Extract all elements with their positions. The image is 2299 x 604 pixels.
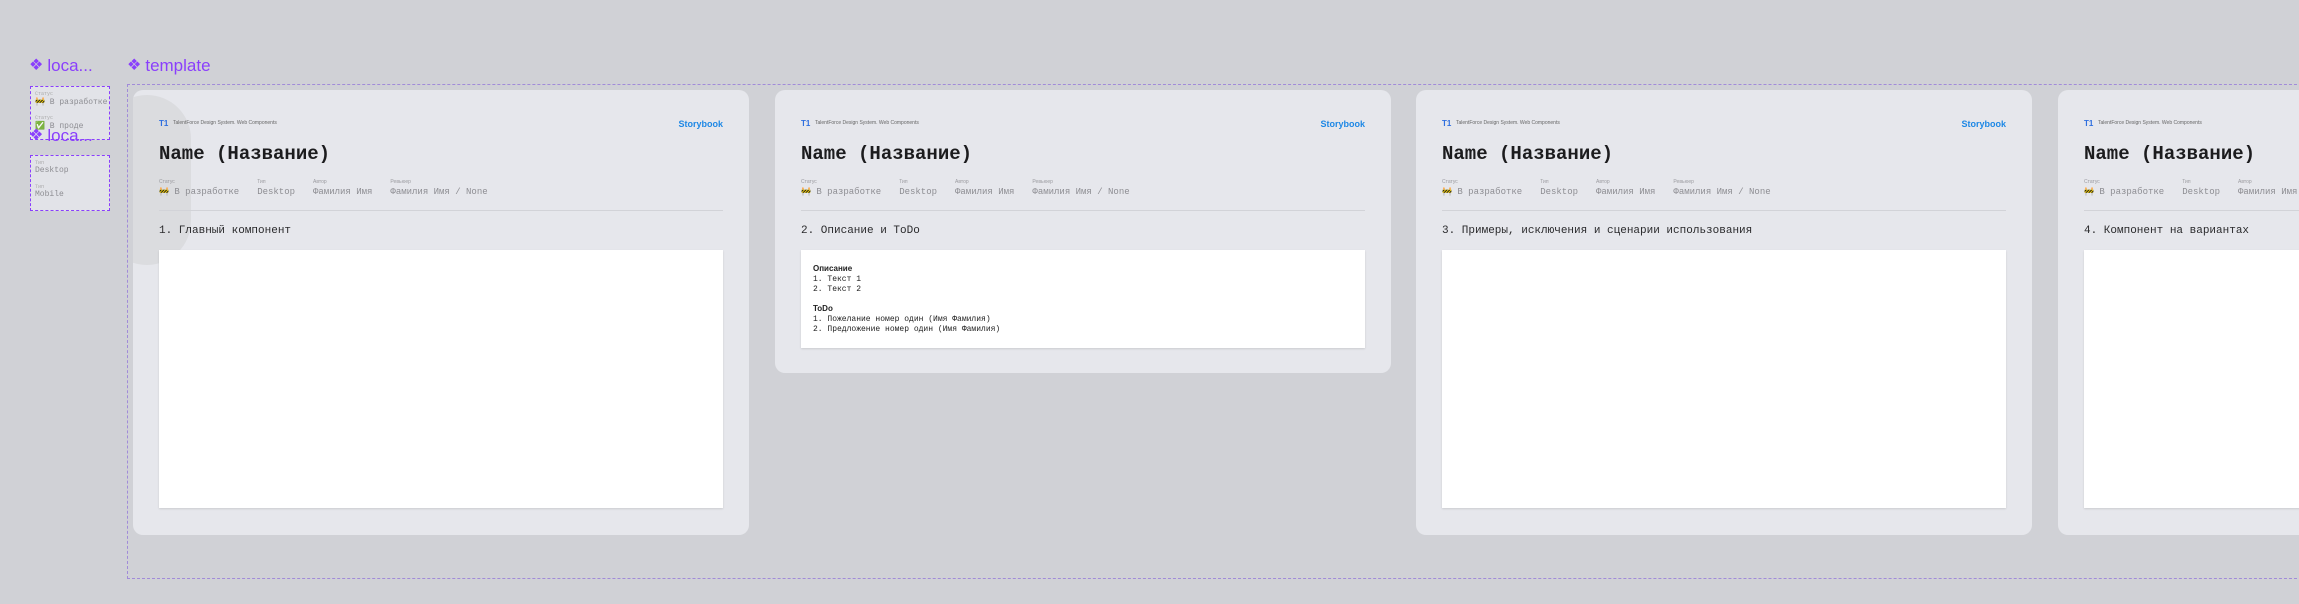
- todo-item: 2. Предложение номер один (Имя Фамилия): [813, 325, 1001, 334]
- meta-status-key: Статус: [801, 179, 817, 185]
- storybook-link[interactable]: Storybook: [1320, 119, 1365, 129]
- construction-icon: 🚧: [159, 188, 169, 197]
- header-subtitle: TalentForce Design System. Web Component…: [2098, 120, 2202, 126]
- meta-owner-value: Фамилия Имя: [2238, 187, 2298, 197]
- component-icon: ❖: [29, 57, 44, 74]
- t1-logo: T1: [159, 119, 169, 128]
- localization-label-text: loca...: [47, 56, 93, 75]
- variant-value: В разработке: [49, 98, 108, 107]
- meta-type-value: Desktop: [899, 187, 937, 197]
- section-title: 4. Компонент на вариантах: [2084, 225, 2250, 237]
- doc-card-variants[interactable]: T1 TalentForce Design System. Web Compon…: [2058, 90, 2299, 535]
- meta-type-value: Desktop: [2182, 187, 2220, 197]
- meta-owner-value: Фамилия Имя: [955, 187, 1015, 197]
- page-title: Name (Название): [1442, 143, 1614, 165]
- section-title: 2. Описание и ToDo: [801, 225, 920, 237]
- construction-icon: 🚧: [2084, 188, 2094, 197]
- template-component-label[interactable]: ❖ template: [127, 56, 211, 76]
- card-header: T1 TalentForce Design System. Web Compon…: [1442, 119, 2006, 131]
- variant-value: Mobile: [35, 190, 64, 199]
- storybook-link[interactable]: Storybook: [678, 119, 723, 129]
- meta-reviewer-key: Ревьюер: [390, 179, 411, 185]
- description-heading: Описание: [813, 264, 853, 273]
- template-label-text: template: [145, 56, 211, 75]
- description-item: 1. Текст 1: [813, 275, 862, 284]
- variant-value: Desktop: [35, 166, 69, 175]
- type-variant-set[interactable]: Тип Desktop Тип Mobile: [30, 155, 110, 211]
- t1-logo: T1: [801, 119, 811, 128]
- localization-component-label-2[interactable]: ❖ loca...: [29, 126, 93, 146]
- meta-row: Статус 🚧 В разработке Тип Desktop Автор Фам…: [1442, 179, 1771, 197]
- examples-panel[interactable]: [1442, 250, 2006, 508]
- meta-reviewer-value: Фамилия Имя / None: [1673, 187, 1771, 197]
- meta-type-value: Desktop: [257, 187, 295, 197]
- meta-reviewer-value: Фамилия Имя / None: [390, 187, 488, 197]
- meta-owner-value: Фамилия Имя: [313, 187, 373, 197]
- meta-reviewer-key: Ревьюер: [1032, 179, 1053, 185]
- doc-card-examples[interactable]: T1 TalentForce Design System. Web Compon…: [1416, 90, 2032, 535]
- doc-card-main-component[interactable]: T1 TalentForce Design System. Web Compon…: [133, 90, 749, 535]
- meta-row: Статус 🚧 В разработке Тип Desktop Автор Фам…: [2084, 179, 2297, 197]
- component-preview-panel[interactable]: [159, 250, 723, 508]
- meta-owner-key: Автор: [313, 179, 327, 185]
- section-title: 3. Примеры, исключения и сценарии исполь…: [1442, 225, 1753, 237]
- page-title: Name (Название): [159, 143, 331, 165]
- meta-reviewer-key: Ревьюер: [1673, 179, 1694, 185]
- meta-row: Статус 🚧 В разработке Тип Desktop Автор Фам…: [159, 179, 488, 197]
- meta-type-key: Тип: [1540, 179, 1549, 185]
- card-header: T1 TalentForce Design System. Web Compon…: [801, 119, 1365, 131]
- variants-panel[interactable]: [2084, 250, 2299, 508]
- meta-status-key: Статус: [1442, 179, 1458, 185]
- todo-heading: ToDo: [813, 304, 833, 313]
- meta-owner-key: Автор: [2238, 179, 2252, 185]
- todo-item: 1. Пожелание номер один (Имя Фамилия): [813, 315, 991, 324]
- variant-label: Статус: [35, 91, 54, 97]
- meta-status-key: Статус: [2084, 179, 2100, 185]
- meta-status-value: В разработке: [2099, 187, 2165, 197]
- meta-type-key: Тип: [899, 179, 908, 185]
- storybook-link[interactable]: Storybook: [1961, 119, 2006, 129]
- divider: [159, 210, 723, 211]
- localization-component-label[interactable]: ❖ loca...: [29, 56, 93, 76]
- meta-type-key: Тип: [2182, 179, 2191, 185]
- t1-logo: T1: [2084, 119, 2094, 128]
- description-panel: Описание 1. Текст 1 2. Текст 2 ToDo 1. П…: [801, 250, 1365, 348]
- construction-icon: 🚧: [801, 188, 811, 197]
- meta-owner-value: Фамилия Имя: [1596, 187, 1656, 197]
- header-subtitle: TalentForce Design System. Web Component…: [1456, 120, 1560, 126]
- variant-mobile[interactable]: Тип Mobile: [35, 184, 64, 199]
- header-subtitle: TalentForce Design System. Web Component…: [815, 120, 919, 126]
- card-header: T1 TalentForce Design System. Web Compon…: [159, 119, 723, 131]
- localization-label-text: loca...: [47, 126, 93, 145]
- meta-status-value: В разработке: [174, 187, 240, 197]
- meta-status-value: В разработке: [1457, 187, 1523, 197]
- divider: [1442, 210, 2006, 211]
- meta-owner-key: Автор: [1596, 179, 1610, 185]
- description-item: 2. Текст 2: [813, 285, 862, 294]
- variant-desktop[interactable]: Тип Desktop: [35, 160, 69, 175]
- component-icon: ❖: [127, 57, 142, 74]
- variant-in-progress[interactable]: Статус 🚧 В разработке: [35, 91, 107, 107]
- page-title: Name (Название): [2084, 143, 2256, 165]
- t1-logo: T1: [1442, 119, 1452, 128]
- meta-row: Статус 🚧 В разработке Тип Desktop Автор Фам…: [801, 179, 1130, 197]
- page-title: Name (Название): [801, 143, 973, 165]
- component-icon: ❖: [29, 127, 44, 144]
- divider: [2084, 210, 2299, 211]
- header-subtitle: TalentForce Design System. Web Component…: [173, 120, 277, 126]
- meta-status-key: Статус: [159, 179, 175, 185]
- doc-card-description[interactable]: T1 TalentForce Design System. Web Compon…: [775, 90, 1391, 373]
- card-header: T1 TalentForce Design System. Web Compon…: [2084, 119, 2299, 131]
- meta-type-key: Тип: [257, 179, 266, 185]
- divider: [801, 210, 1365, 211]
- meta-type-value: Desktop: [1540, 187, 1578, 197]
- meta-owner-key: Автор: [955, 179, 969, 185]
- meta-reviewer-value: Фамилия Имя / None: [1032, 187, 1130, 197]
- section-title: 1. Главный компонент: [159, 225, 292, 237]
- variant-label: Статус: [35, 115, 54, 121]
- construction-icon: 🚧: [35, 98, 45, 107]
- meta-status-value: В разработке: [816, 187, 882, 197]
- construction-icon: 🚧: [1442, 188, 1452, 197]
